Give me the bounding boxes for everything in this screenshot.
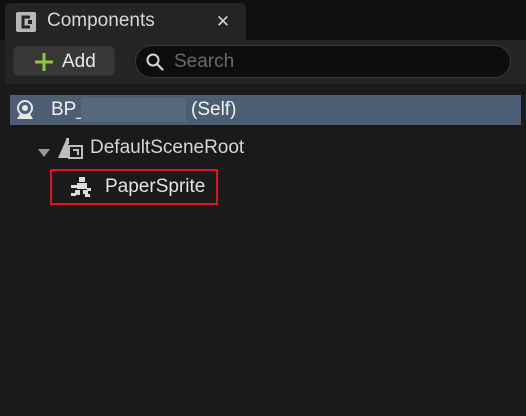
component-tree: BP_ (Self) DefaultSceneRoot PaperSprite: [5, 84, 526, 416]
tab-components[interactable]: Components ✕: [5, 3, 246, 40]
default-scene-root-label: DefaultSceneRoot: [90, 137, 245, 158]
paper-sprite-icon: [69, 176, 93, 198]
plus-icon: [34, 52, 54, 72]
search-input[interactable]: [174, 50, 494, 74]
expand-arrow-icon[interactable]: [38, 144, 50, 157]
components-panel: Components ✕ Add Search BP_ (Self) Defau…: [0, 0, 526, 416]
tree-row-paper-sprite[interactable]: PaperSprite: [50, 169, 218, 205]
self-suffix: (Self): [191, 99, 237, 120]
search-box[interactable]: [135, 45, 511, 78]
components-toolbar: Add: [5, 40, 526, 84]
components-icon: [15, 11, 37, 33]
tab-title: Components: [47, 10, 155, 31]
tree-row-default-scene-root[interactable]: DefaultSceneRoot: [10, 133, 521, 163]
paper-sprite-label: PaperSprite: [105, 176, 206, 197]
scene-root-icon: [56, 136, 84, 160]
actor-icon: [14, 99, 36, 121]
tree-row-self[interactable]: BP_ (Self): [10, 95, 521, 125]
redacted-name: [81, 98, 186, 122]
search-icon: [146, 53, 164, 71]
close-icon[interactable]: ✕: [211, 10, 235, 34]
add-button-label: Add: [62, 51, 96, 72]
tab-strip: Components ✕: [0, 0, 526, 40]
add-component-button[interactable]: Add: [13, 46, 115, 76]
